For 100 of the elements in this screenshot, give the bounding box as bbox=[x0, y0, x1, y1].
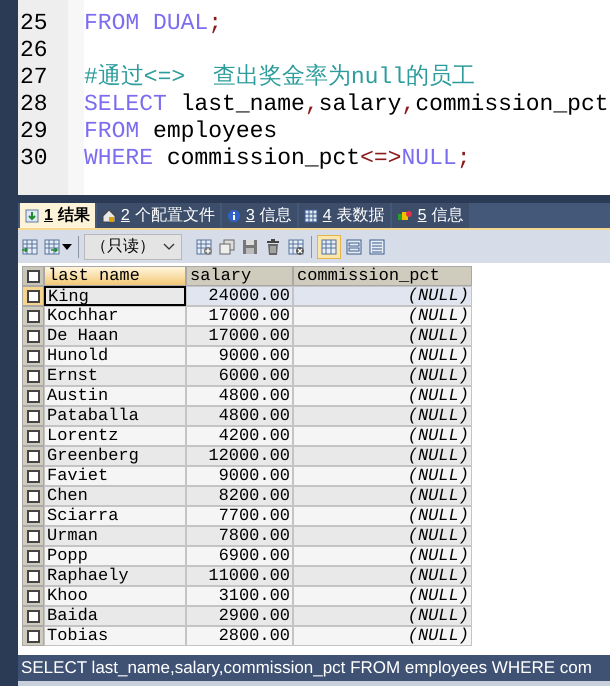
table-cell: (NULL) bbox=[293, 286, 472, 306]
result-tab[interactable]: 2 个配置文件 bbox=[96, 203, 220, 228]
row-checkbox[interactable] bbox=[26, 610, 40, 622]
table-cell: 7800.00 bbox=[186, 526, 293, 546]
row-checkbox[interactable] bbox=[26, 390, 40, 402]
result-tab[interactable]: 5 信息 bbox=[392, 203, 469, 228]
code-line: WHERE commission_pct<=>NULL; bbox=[84, 145, 471, 172]
row-checkbox[interactable] bbox=[26, 550, 40, 562]
table-cell: Urman bbox=[44, 526, 186, 546]
table-cell: Faviet bbox=[44, 466, 186, 486]
row-checkbox[interactable] bbox=[26, 370, 40, 382]
shapes-icon bbox=[396, 208, 413, 222]
row-checkbox[interactable] bbox=[26, 450, 40, 462]
code-line: SELECT last_name,salary,commission_pct bbox=[84, 91, 609, 118]
table-cell: (NULL) bbox=[293, 606, 472, 626]
table-cell: 4200.00 bbox=[186, 426, 293, 446]
line-number: 29 bbox=[19, 118, 49, 145]
table-cell: De Haan bbox=[44, 326, 186, 346]
table-cell: Chen bbox=[44, 486, 186, 506]
table-cell: (NULL) bbox=[293, 406, 472, 426]
mode-dropdown[interactable]: （只读） bbox=[84, 234, 182, 260]
table-cell: (NULL) bbox=[293, 566, 472, 586]
table-cell: 6000.00 bbox=[186, 366, 293, 386]
table-cell: 17000.00 bbox=[186, 306, 293, 326]
table-cell: Baida bbox=[44, 606, 186, 626]
import-grid-icon[interactable] bbox=[20, 236, 40, 256]
table-cell: 12000.00 bbox=[186, 446, 293, 466]
column-header[interactable]: salary bbox=[186, 266, 293, 286]
line-number: 28 bbox=[19, 91, 49, 118]
add-row-icon[interactable] bbox=[194, 236, 214, 256]
row-checkbox[interactable] bbox=[26, 410, 40, 422]
table-cell: (NULL) bbox=[293, 426, 472, 446]
row-checkbox[interactable] bbox=[26, 510, 40, 522]
table-cell: Greenberg bbox=[44, 446, 186, 466]
chevron-icon bbox=[163, 242, 175, 250]
table-cell: (NULL) bbox=[293, 306, 472, 326]
code-line: FROM DUAL; bbox=[84, 10, 222, 37]
export-grid-icon bbox=[43, 238, 61, 256]
table-cell: 7700.00 bbox=[186, 506, 293, 526]
table-cell: (NULL) bbox=[293, 466, 472, 486]
table-cell: (NULL) bbox=[293, 446, 472, 466]
select-all-checkbox[interactable] bbox=[26, 270, 40, 282]
status-bar: SELECT last_name,salary,commission_pct FROM employees WHERE com bbox=[18, 655, 610, 681]
table-cell: Popp bbox=[44, 546, 186, 566]
table-cell: Raphaely bbox=[44, 566, 186, 586]
line-number: 30 bbox=[19, 145, 49, 172]
house-icon bbox=[102, 208, 116, 222]
table-cell: (NULL) bbox=[293, 346, 472, 366]
row-checkbox[interactable] bbox=[26, 290, 40, 302]
duplicate-icon[interactable] bbox=[217, 236, 237, 256]
table-cell: King bbox=[44, 286, 186, 306]
table-cell: (NULL) bbox=[293, 586, 472, 606]
form-view-icon[interactable] bbox=[344, 236, 364, 256]
table-cell: 3100.00 bbox=[186, 586, 293, 606]
delete-grid-icon[interactable] bbox=[286, 236, 306, 256]
row-checkbox[interactable] bbox=[26, 490, 40, 502]
table-cell: 17000.00 bbox=[186, 326, 293, 346]
table-cell: (NULL) bbox=[293, 486, 472, 506]
row-checkbox[interactable] bbox=[26, 470, 40, 482]
row-checkbox[interactable] bbox=[26, 530, 40, 542]
table-cell: 9000.00 bbox=[186, 346, 293, 366]
code-line: FROM employees bbox=[84, 118, 278, 145]
table-cell: Lorentz bbox=[44, 426, 186, 446]
code-editor[interactable]: 25 26 27 28 29 30 FROM DUAL; #通过<=> 查出奖金率为null的员工 SELECT last_name,salary,commission_pct FROM employees WHERE commission_pct<=>NULL; bbox=[18, 0, 610, 195]
result-tab[interactable]: 1 结果 bbox=[20, 203, 95, 228]
export-menu-button[interactable] bbox=[43, 236, 73, 256]
row-checkbox[interactable] bbox=[26, 310, 40, 322]
grid-icon bbox=[320, 238, 338, 256]
table-cell: Pataballa bbox=[44, 406, 186, 426]
table-cell: 2900.00 bbox=[186, 606, 293, 626]
caret-icon bbox=[61, 242, 73, 252]
table-cell: 2800.00 bbox=[186, 626, 293, 646]
table-cell: (NULL) bbox=[293, 386, 472, 406]
text-view-icon[interactable] bbox=[367, 236, 387, 256]
row-checkbox[interactable] bbox=[26, 570, 40, 582]
table-cell: (NULL) bbox=[293, 546, 472, 566]
result-tab[interactable]: 4 表数据 bbox=[298, 203, 390, 228]
code-line: #通过<=> 查出奖金率为null的员工 bbox=[84, 64, 476, 91]
grid-view-button[interactable] bbox=[317, 234, 341, 258]
line-number: 26 bbox=[19, 37, 49, 64]
table-cell: Austin bbox=[44, 386, 186, 406]
table-cell: 4800.00 bbox=[186, 386, 293, 406]
table-cell: Sciarra bbox=[44, 506, 186, 526]
result-tab[interactable]: 3 信息 bbox=[222, 203, 297, 228]
table-cell: (NULL) bbox=[293, 526, 472, 546]
table-cell: Ernst bbox=[44, 366, 186, 386]
column-header[interactable]: last name bbox=[44, 266, 186, 286]
table-cell: (NULL) bbox=[293, 626, 472, 646]
table-cell: 11000.00 bbox=[186, 566, 293, 586]
row-checkbox[interactable] bbox=[26, 430, 40, 442]
table-cell: 9000.00 bbox=[186, 466, 293, 486]
row-checkbox[interactable] bbox=[26, 330, 40, 342]
column-header[interactable]: commission_pct bbox=[293, 266, 472, 286]
table-cell: Tobias bbox=[44, 626, 186, 646]
table-cell: 6900.00 bbox=[186, 546, 293, 566]
row-checkbox[interactable] bbox=[26, 590, 40, 602]
info-icon bbox=[226, 208, 241, 222]
row-checkbox[interactable] bbox=[26, 350, 40, 362]
row-checkbox[interactable] bbox=[26, 630, 40, 642]
table-cell: Hunold bbox=[44, 346, 186, 366]
